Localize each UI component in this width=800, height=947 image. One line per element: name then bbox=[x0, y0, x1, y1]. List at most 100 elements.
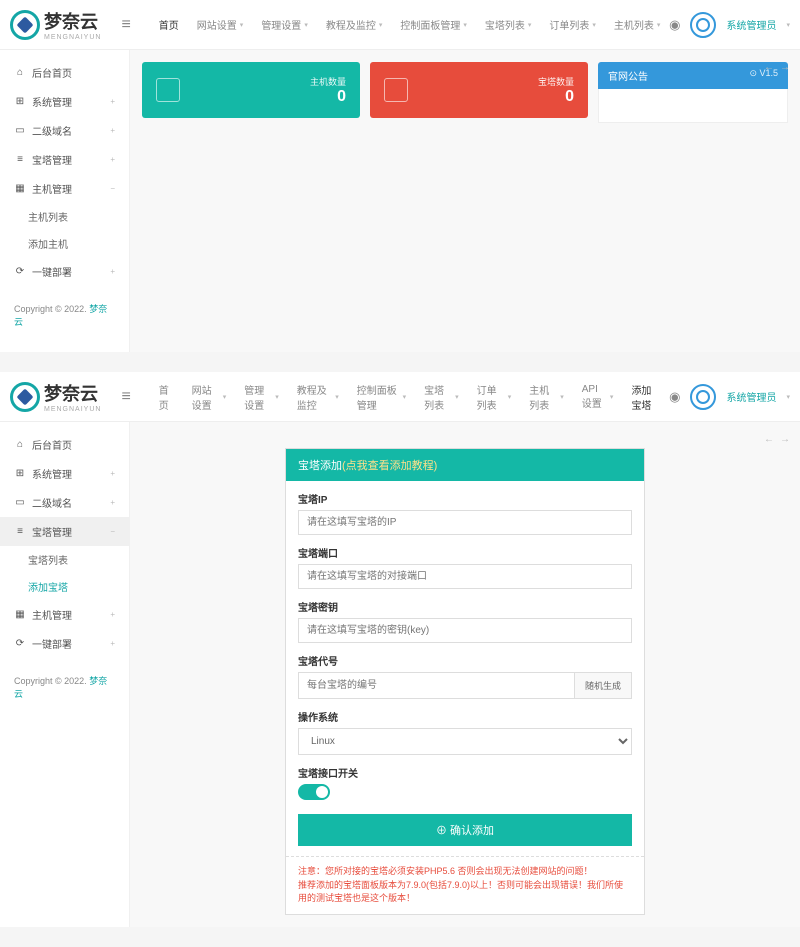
username-label[interactable]: 系统管理员 bbox=[726, 17, 776, 32]
code-input[interactable] bbox=[298, 672, 575, 699]
logo-icon bbox=[10, 382, 40, 412]
next-icon[interactable]: → bbox=[780, 434, 790, 445]
expand-icon: + bbox=[110, 469, 115, 478]
bt-count-label: 宝塔数量 bbox=[538, 75, 574, 88]
topnav-home[interactable]: 首页 bbox=[151, 13, 187, 36]
refresh-icon: ⟳ bbox=[14, 266, 26, 277]
sidebar-sub-addhost[interactable]: 添加主机 bbox=[0, 230, 129, 257]
topnav-orders[interactable]: 订单列表▾ bbox=[541, 13, 604, 36]
prev-icon[interactable]: ← bbox=[764, 434, 774, 445]
rect-icon: ▭ bbox=[14, 497, 26, 508]
sidebar-item-host[interactable]: ▦主机管理+ bbox=[0, 600, 129, 629]
expand-icon: + bbox=[110, 610, 115, 619]
topbar: 梦奈云 MENGNAIYUN ≡ 首页 网站设置▾ 管理设置▾ 教程及监控▾ 控… bbox=[0, 0, 800, 50]
sidebar-sub-btlist[interactable]: 宝塔列表 bbox=[0, 546, 129, 573]
list-icon: ≡ bbox=[14, 526, 26, 537]
topnav-api[interactable]: API设置▾ bbox=[574, 378, 622, 416]
topnav-btlist[interactable]: 宝塔列表▾ bbox=[477, 13, 540, 36]
username-label[interactable]: 系统管理员 bbox=[726, 389, 776, 404]
sidebar-item-system[interactable]: ⊞系统管理+ bbox=[0, 87, 129, 116]
sidebar-item-system[interactable]: ⊞系统管理+ bbox=[0, 459, 129, 488]
server-icon: ▦ bbox=[14, 609, 26, 620]
topnav-home[interactable]: 首页 bbox=[151, 378, 182, 416]
host-count-card: 主机数量0 bbox=[142, 62, 360, 118]
topnav-orders[interactable]: 订单列表▾ bbox=[469, 378, 520, 416]
sidebar-item-bt[interactable]: ≡宝塔管理− bbox=[0, 517, 129, 546]
sidebar-item-home[interactable]: ⌂后台首页 bbox=[0, 430, 129, 459]
os-select[interactable]: Linux bbox=[298, 728, 632, 755]
chevron-down-icon: ▾ bbox=[403, 393, 407, 401]
chevron-down-icon: ▾ bbox=[786, 21, 790, 29]
expand-icon: + bbox=[110, 498, 115, 507]
globe-icon[interactable]: ◉ bbox=[669, 389, 680, 405]
home-icon: ⌂ bbox=[14, 439, 26, 450]
host-count-value: 0 bbox=[310, 88, 346, 106]
topnav-manage[interactable]: 管理设置▾ bbox=[236, 378, 287, 416]
port-label: 宝塔端口 bbox=[298, 545, 632, 560]
host-count-label: 主机数量 bbox=[310, 75, 346, 88]
sidebar-item-domain[interactable]: ▭二级域名+ bbox=[0, 116, 129, 145]
logo-text-cn: 梦奈云 bbox=[44, 8, 101, 34]
api-toggle[interactable] bbox=[298, 784, 330, 800]
generate-button[interactable]: 随机生成 bbox=[575, 672, 632, 699]
sidebar-item-host[interactable]: ▦主机管理− bbox=[0, 174, 129, 203]
next-icon[interactable]: → bbox=[780, 62, 790, 73]
submit-button[interactable]: ⊕ 确认添加 bbox=[298, 814, 632, 846]
chevron-down-icon: ▾ bbox=[240, 21, 244, 29]
expand-icon: + bbox=[110, 267, 115, 276]
topnav-site[interactable]: 网站设置▾ bbox=[184, 378, 235, 416]
tutorial-link[interactable]: (点我查看添加教程) bbox=[342, 460, 437, 472]
topnav-manage[interactable]: 管理设置▾ bbox=[253, 13, 316, 36]
server-icon: ▦ bbox=[14, 183, 26, 194]
topnav-tutorial[interactable]: 教程及监控▾ bbox=[318, 13, 391, 36]
topnav-tutorial[interactable]: 教程及监控▾ bbox=[289, 378, 347, 416]
topnav-hosts[interactable]: 主机列表▾ bbox=[521, 378, 572, 416]
globe-icon[interactable]: ◉ bbox=[669, 17, 680, 33]
chevron-down-icon: ▾ bbox=[455, 393, 459, 401]
add-bt-form: 宝塔添加(点我查看添加教程) 宝塔IP 宝塔端口 宝塔密钥 bbox=[285, 448, 645, 915]
sidebar-item-bt[interactable]: ≡宝塔管理+ bbox=[0, 145, 129, 174]
port-input[interactable] bbox=[298, 564, 632, 589]
code-label: 宝塔代号 bbox=[298, 653, 632, 668]
version-badge: ⊙ V1.5 bbox=[749, 68, 778, 83]
logo-text-cn: 梦奈云 bbox=[44, 380, 101, 406]
avatar[interactable] bbox=[690, 384, 716, 410]
collapse-icon: − bbox=[110, 527, 115, 536]
logo-text-en: MENGNAIYUN bbox=[44, 34, 101, 41]
sidebar-item-domain[interactable]: ▭二级域名+ bbox=[0, 488, 129, 517]
chevron-down-icon: ▾ bbox=[304, 21, 308, 29]
menu-toggle-icon[interactable]: ≡ bbox=[121, 16, 130, 34]
expand-icon: + bbox=[110, 155, 115, 164]
ip-label: 宝塔IP bbox=[298, 491, 632, 506]
announce-title: 官网公告 bbox=[608, 68, 648, 83]
list-icon: ≡ bbox=[14, 154, 26, 165]
warning-text: 注意：您所对接的宝塔必须安装PHP5.6 否则会出现无法创建网站的问题！ 推荐添… bbox=[286, 856, 644, 914]
main-content: ← → 宝塔添加(点我查看添加教程) 宝塔IP 宝塔端口 宝塔密钥 bbox=[130, 422, 800, 927]
topnav-addbt[interactable]: 添加宝塔 bbox=[623, 378, 669, 416]
logo[interactable]: 梦奈云 MENGNAIYUN bbox=[10, 380, 101, 413]
sidebar-item-home[interactable]: ⌂后台首页 bbox=[0, 58, 129, 87]
sidebar-sub-addbt[interactable]: 添加宝塔 bbox=[0, 573, 129, 600]
key-input[interactable] bbox=[298, 618, 632, 643]
expand-icon: + bbox=[110, 97, 115, 106]
topnav-btlist[interactable]: 宝塔列表▾ bbox=[416, 378, 467, 416]
sidebar: ⌂后台首页 ⊞系统管理+ ▭二级域名+ ≡宝塔管理+ ▦主机管理− 主机列表 添… bbox=[0, 50, 130, 352]
menu-toggle-icon[interactable]: ≡ bbox=[121, 388, 130, 406]
sidebar-item-deploy[interactable]: ⟳一键部署+ bbox=[0, 257, 129, 286]
topnav-panel[interactable]: 控制面板管理▾ bbox=[392, 13, 475, 36]
topnav-panel[interactable]: 控制面板管理▾ bbox=[349, 378, 414, 416]
announce-body bbox=[598, 89, 788, 123]
sidebar-item-deploy[interactable]: ⟳一键部署+ bbox=[0, 629, 129, 658]
sidebar-sub-hostlist[interactable]: 主机列表 bbox=[0, 203, 129, 230]
avatar[interactable] bbox=[690, 12, 716, 38]
switch-label: 宝塔接口开关 bbox=[298, 765, 632, 780]
topnav-hosts[interactable]: 主机列表▾ bbox=[606, 13, 669, 36]
ip-input[interactable] bbox=[298, 510, 632, 535]
announce-card: 官网公告 ⊙ V1.5 bbox=[598, 62, 788, 123]
chevron-down-icon: ▾ bbox=[528, 21, 532, 29]
logo-text-en: MENGNAIYUN bbox=[44, 406, 101, 413]
logo[interactable]: 梦奈云 MENGNAIYUN bbox=[10, 8, 101, 41]
chevron-down-icon: ▾ bbox=[610, 393, 614, 401]
topnav-site[interactable]: 网站设置▾ bbox=[189, 13, 252, 36]
server-icon bbox=[156, 78, 180, 102]
